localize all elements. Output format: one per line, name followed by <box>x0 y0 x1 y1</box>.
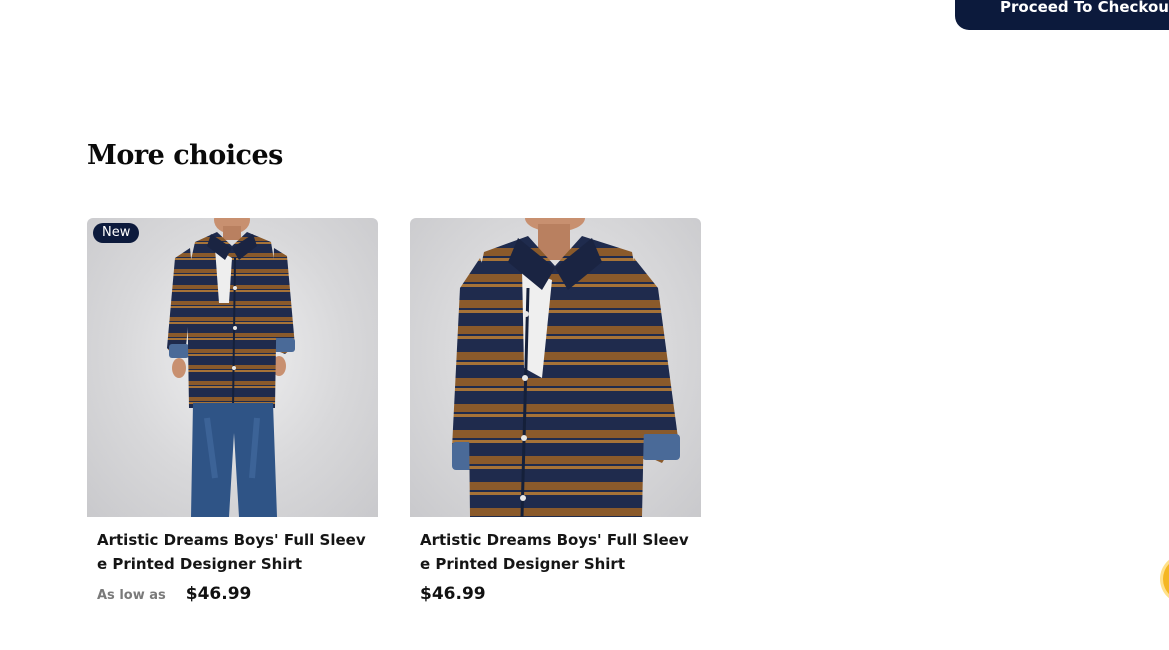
proceed-to-checkout-button[interactable]: Proceed To Checkout <box>955 0 1169 30</box>
product-image[interactable] <box>410 218 701 517</box>
price-row: As low as $46.99 <box>87 576 378 604</box>
product-card[interactable]: Artistic Dreams Boys' Full Sleeve Printe… <box>410 218 701 604</box>
product-card[interactable]: New Artistic Dreams Boys' Full Sleeve Pr… <box>87 218 378 604</box>
product-title[interactable]: Artistic Dreams Boys' Full Sleeve Printe… <box>87 517 378 576</box>
chat-icon[interactable] <box>1163 557 1169 601</box>
product-price: $46.99 <box>420 584 486 604</box>
product-price: $46.99 <box>185 584 252 604</box>
new-badge: New <box>93 223 140 243</box>
product-photo-full-body <box>167 218 295 517</box>
price-row: $46.99 <box>410 576 701 604</box>
product-title[interactable]: Artistic Dreams Boys' Full Sleeve Printe… <box>410 517 701 576</box>
page: Proceed To Checkout More choices New Art… <box>0 0 1169 650</box>
price-label: As low as <box>97 588 166 603</box>
product-photo-closeup <box>452 218 680 517</box>
product-image[interactable]: New <box>87 218 378 517</box>
section-title: More choices <box>87 140 283 171</box>
